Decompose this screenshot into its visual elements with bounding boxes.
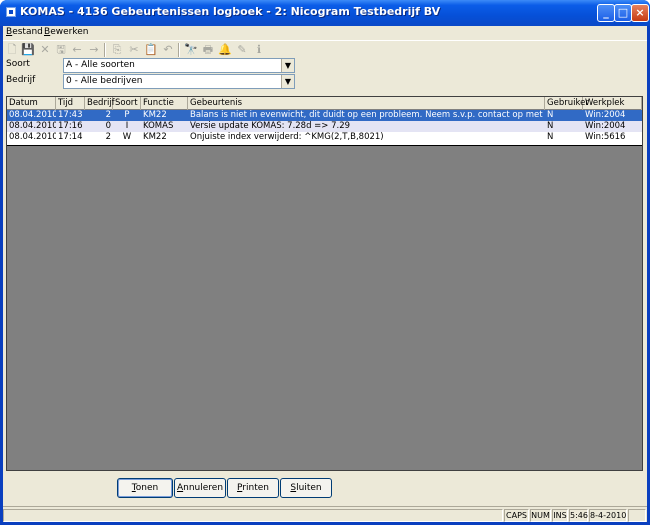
table-row[interactable]: 08.04.2010 17:16 0 I KOMAS Versie update…	[7, 121, 642, 132]
chevron-down-icon[interactable]: ▼	[281, 59, 294, 72]
toolbar-separator	[178, 43, 180, 57]
cell-werkplek: Win:2004	[585, 110, 626, 120]
soort-label: Soort	[6, 59, 30, 69]
annuleren-button[interactable]: Annuleren	[174, 478, 226, 498]
cell-gebruiker: N	[547, 110, 554, 120]
edit-icon[interactable]: ✎	[235, 43, 249, 57]
cell-bedrijf: 2	[105, 110, 111, 120]
cell-datum: 08.04.2010	[9, 132, 56, 142]
client-area: Bestand Bewerken 🗋 💾 ✕ 🖫 ← → ⎘ ✂ 📋 ↶ 🔭 🖶…	[3, 26, 647, 522]
bedrijf-combobox[interactable]: 0 - Alle bedrijven ▼	[63, 74, 295, 89]
table-row[interactable]: 08.04.2010 17:43 2 P KM22 Balans is niet…	[7, 110, 642, 121]
tonen-button[interactable]: Tonen	[117, 478, 173, 498]
menu-bar: Bestand Bewerken	[3, 26, 647, 40]
cell-gebeurtenis: Onjuiste index verwijderd: ^KMG(2,T,B,80…	[190, 132, 384, 142]
column-header-bedrijf[interactable]: Bedrijf	[85, 97, 115, 110]
status-time: 5:46	[569, 509, 588, 522]
event-log-grid[interactable]: Datum Tijd Bedrijf Soort Functie Gebeurt…	[6, 96, 643, 471]
chevron-down-icon[interactable]: ▼	[281, 75, 294, 88]
grid-body: 08.04.2010 17:43 2 P KM22 Balans is niet…	[7, 110, 642, 146]
sluiten-button[interactable]: Sluiten	[280, 478, 332, 498]
app-window: KOMAS - 4136 Gebeurtenissen logboek - 2:…	[0, 0, 650, 525]
cell-functie: KM22	[143, 132, 167, 142]
title-bar[interactable]: KOMAS - 4136 Gebeurtenissen logboek - 2:…	[0, 0, 650, 26]
soort-combobox[interactable]: A - Alle soorten ▼	[63, 58, 295, 73]
cell-bedrijf: 0	[105, 121, 111, 131]
app-icon[interactable]	[6, 7, 16, 17]
cell-datum: 08.04.2010	[9, 110, 56, 120]
cell-werkplek: Win:2004	[585, 121, 626, 131]
cell-tijd: 17:43	[58, 110, 83, 120]
column-header-soort[interactable]: Soort	[113, 97, 141, 110]
bedrijf-label: Bedrijf	[6, 75, 36, 85]
status-date: 8-4-2010	[589, 509, 627, 522]
info-icon[interactable]: ℹ	[252, 43, 266, 57]
window-title: KOMAS - 4136 Gebeurtenissen logboek - 2:…	[20, 5, 441, 18]
cell-werkplek: Win:5616	[585, 132, 626, 142]
status-extra-panel	[628, 509, 646, 522]
toolbar: 🗋 💾 ✕ 🖫 ← → ⎘ ✂ 📋 ↶ 🔭 🖶 🔔 ✎ ℹ	[3, 40, 647, 58]
copy-icon[interactable]: ⎘	[110, 43, 124, 57]
minimize-button[interactable]: _	[597, 4, 615, 22]
find-icon[interactable]: 🔭	[184, 43, 198, 57]
status-bar: CAPS NUM INS 5:46 8-4-2010	[3, 506, 647, 522]
menu-bewerken[interactable]: Bewerken	[44, 27, 88, 37]
cell-gebeurtenis: Versie update KOMAS: 7.28d => 7.29	[190, 121, 351, 131]
column-header-gebeurtenis[interactable]: Gebeurtenis	[188, 97, 545, 110]
paste-icon[interactable]: 📋	[144, 43, 158, 57]
cell-functie: KM22	[143, 110, 167, 120]
undo-icon[interactable]: ↶	[161, 43, 175, 57]
column-header-functie[interactable]: Functie	[141, 97, 188, 110]
cell-gebruiker: N	[547, 132, 554, 142]
table-row[interactable]: 08.04.2010 17:14 2 W KM22 Onjuiste index…	[7, 132, 642, 143]
column-header-gebruiker[interactable]: Gebruiker	[545, 97, 589, 110]
column-header-datum[interactable]: Datum	[7, 97, 56, 110]
cell-gebruiker: N	[547, 121, 554, 131]
cell-soort: P	[124, 110, 130, 120]
save-icon[interactable]: 💾	[21, 43, 35, 57]
status-ins: INS	[552, 509, 568, 522]
close-button[interactable]: ×	[631, 4, 649, 22]
cell-gebeurtenis: Balans is niet in evenwicht, dit duidt o…	[190, 110, 545, 120]
printen-button[interactable]: Printen	[227, 478, 279, 498]
menu-bestand[interactable]: Bestand	[6, 27, 43, 37]
new-icon[interactable]: 🗋	[5, 43, 19, 57]
cell-soort: I	[125, 121, 129, 131]
delete-icon[interactable]: ✕	[38, 43, 52, 57]
toolbar-separator	[104, 43, 106, 57]
column-header-tijd[interactable]: Tijd	[56, 97, 85, 110]
column-header-werkplek[interactable]: Werkplek	[583, 97, 642, 110]
forward-icon[interactable]: →	[87, 43, 101, 57]
cell-functie: KOMAS	[143, 121, 174, 131]
status-caps: CAPS	[504, 509, 529, 522]
print-icon[interactable]: 🖶	[201, 43, 215, 57]
cell-soort: W	[122, 132, 132, 142]
grid-header: Datum Tijd Bedrijf Soort Functie Gebeurt…	[7, 97, 642, 110]
cell-tijd: 17:14	[58, 132, 83, 142]
maximize-button[interactable]: □	[614, 4, 632, 22]
bedrijf-value: 0 - Alle bedrijven	[66, 76, 143, 86]
cell-datum: 08.04.2010	[9, 121, 56, 131]
back-icon[interactable]: ←	[70, 43, 84, 57]
status-message-panel	[3, 509, 503, 522]
cut-icon[interactable]: ✂	[127, 43, 141, 57]
bell-icon[interactable]: 🔔	[218, 43, 232, 57]
cell-tijd: 17:16	[58, 121, 83, 131]
soort-value: A - Alle soorten	[66, 60, 135, 70]
status-num: NUM	[530, 509, 551, 522]
save-as-icon[interactable]: 🖫	[54, 43, 68, 57]
cell-bedrijf: 2	[105, 132, 111, 142]
